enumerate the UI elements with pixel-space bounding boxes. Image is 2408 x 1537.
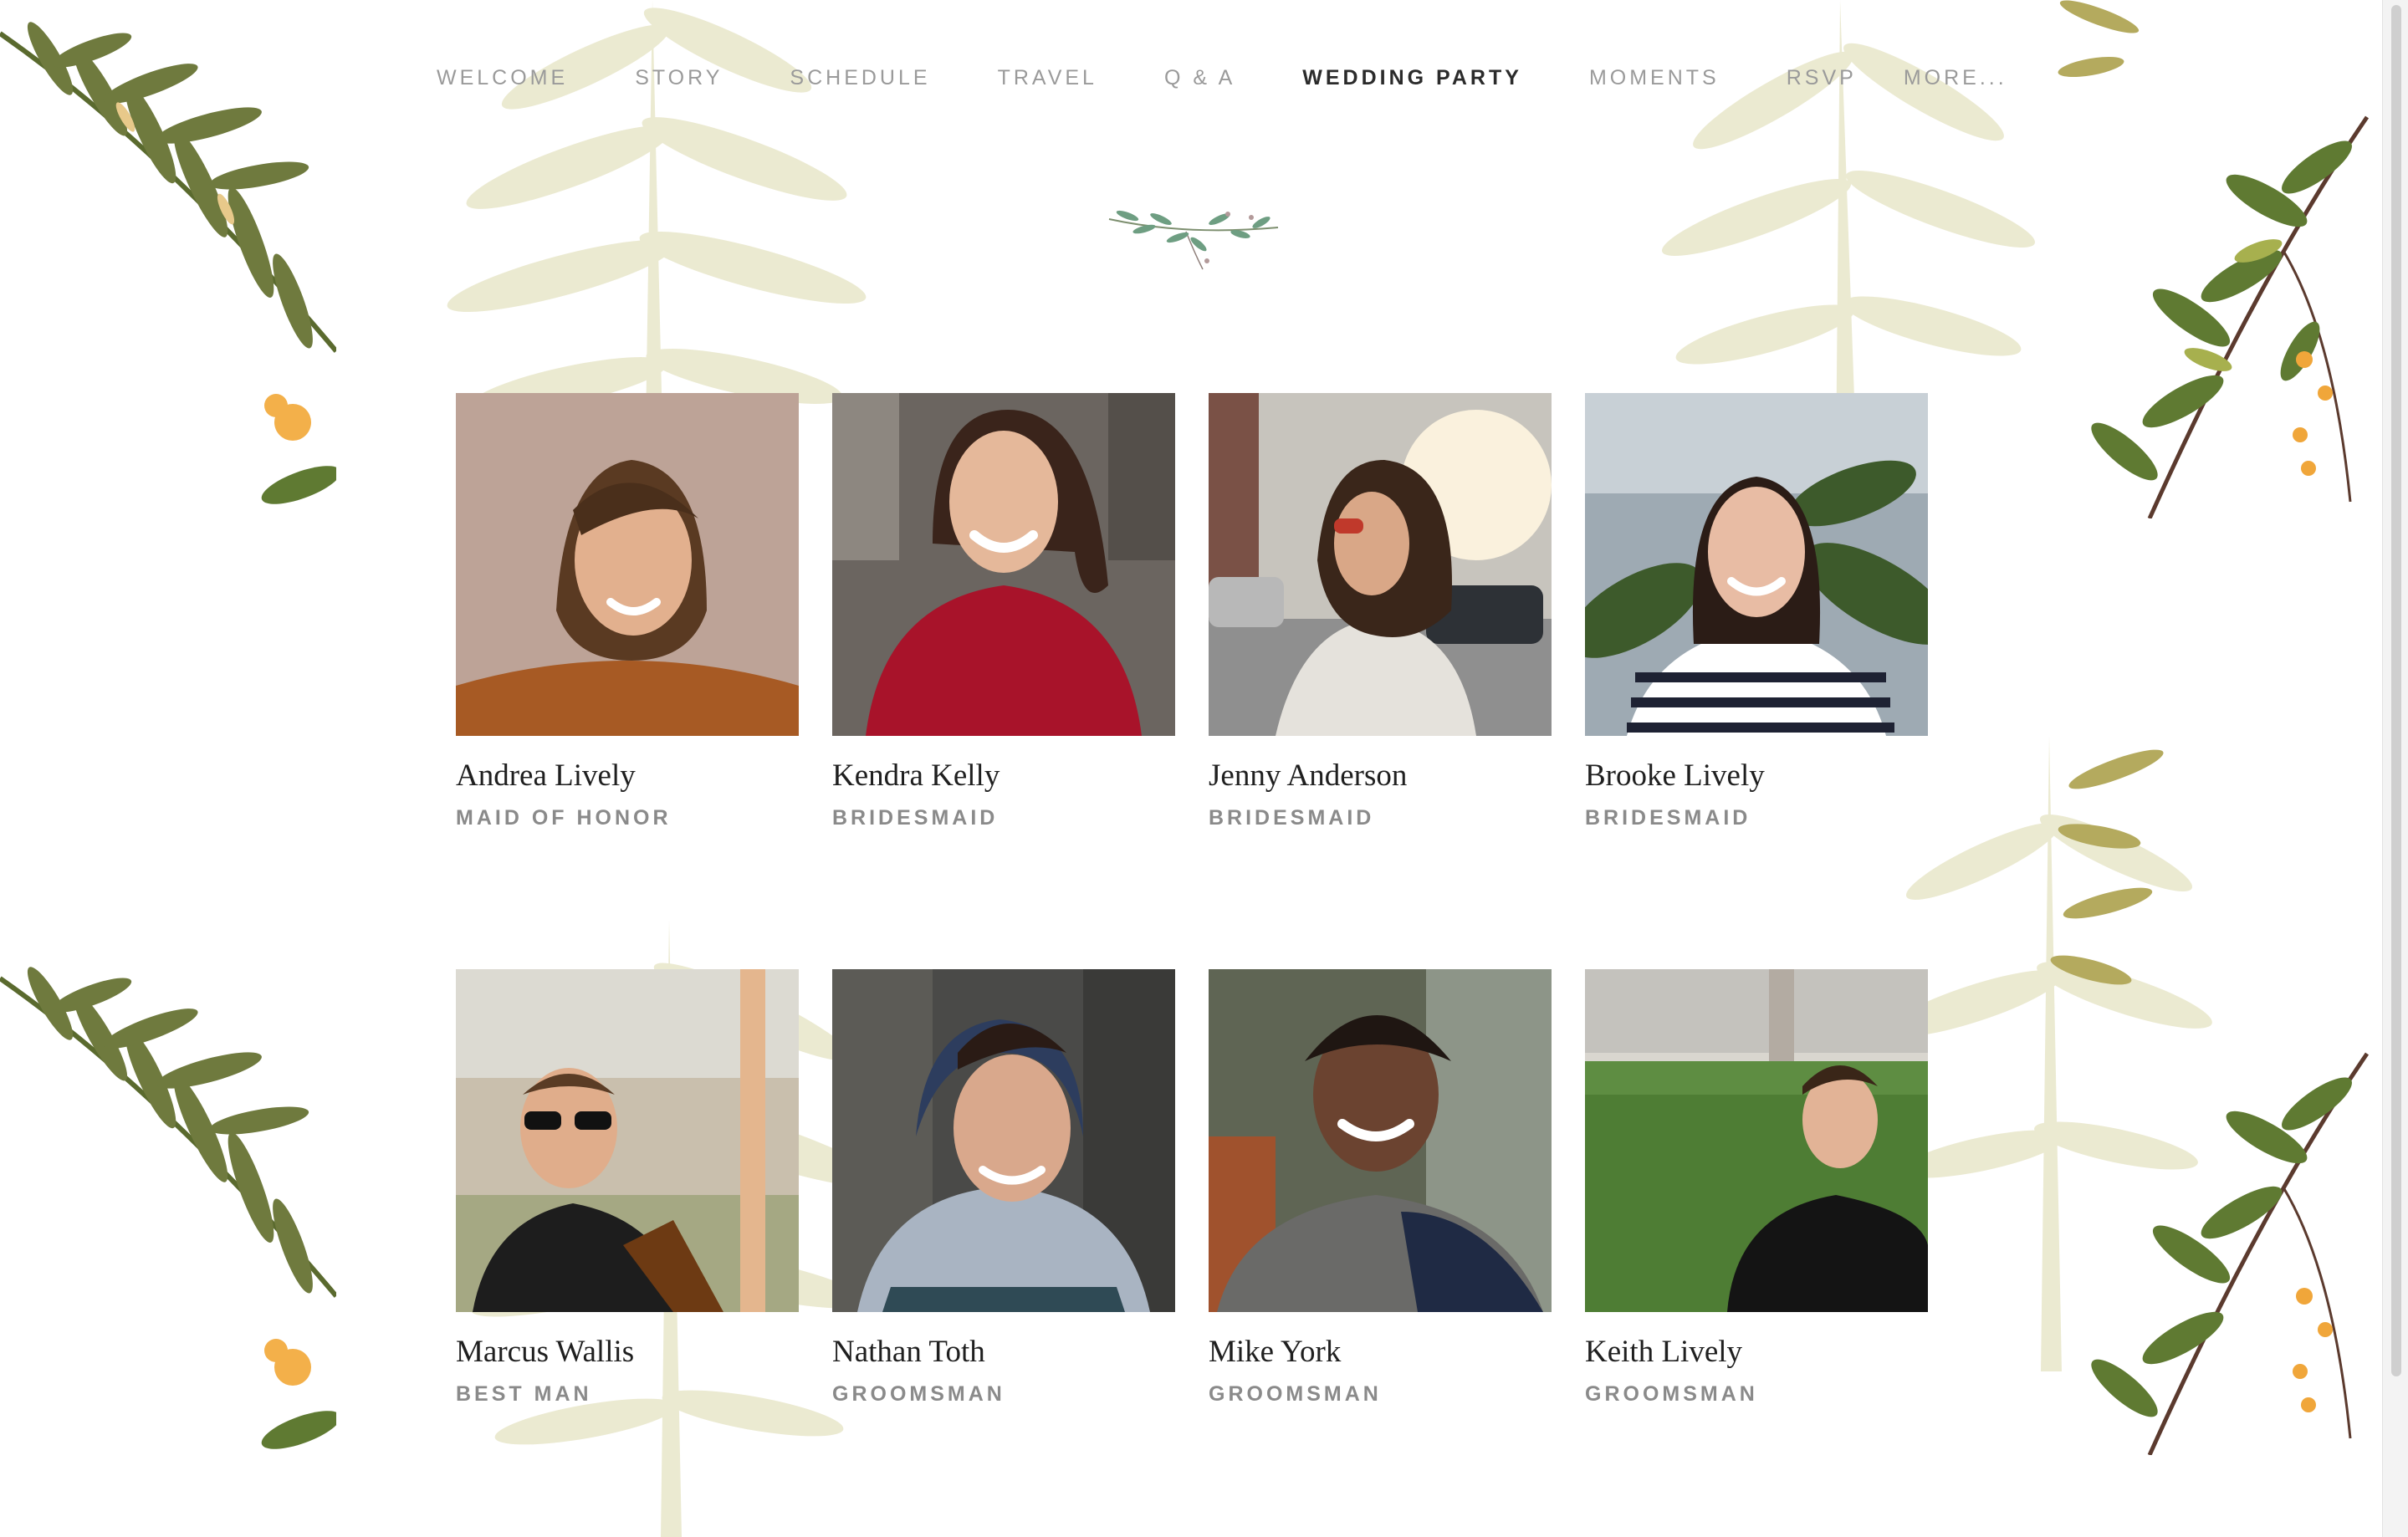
party-member-card[interactable]: Andrea Lively MAID OF HONOR [456,393,799,830]
nav-moments[interactable]: MOMENTS [1589,66,1720,90]
member-role: GROOMSMAN [832,1382,1005,1406]
fern-top-left [0,0,336,518]
woman-greenhouse-photo [1585,393,1928,736]
nav-travel[interactable]: TRAVEL [998,66,1097,90]
party-member-card[interactable]: Keith Lively GROOMSMAN [1585,969,1928,1407]
member-role: GROOMSMAN [1209,1382,1382,1406]
member-role: GROOMSMAN [1585,1382,1758,1406]
member-name: Andrea Lively [456,758,636,793]
woman-sunglasses-street-photo [1209,393,1552,736]
member-name: Keith Lively [1585,1335,1743,1369]
party-member-card[interactable]: Nathan Toth GROOMSMAN [832,969,1175,1407]
member-name: Mike York [1209,1335,1342,1369]
woman-red-sweater-photo [832,393,1175,736]
nav-welcome[interactable]: WELCOME [437,66,568,90]
nav-wedding-party[interactable]: WEDDING PARTY [1302,66,1522,90]
member-name: Kendra Kelly [832,758,1000,793]
party-member-card[interactable]: Mike York GROOMSMAN [1209,969,1552,1407]
party-member-card[interactable]: Kendra Kelly BRIDESMAID [832,393,1175,830]
man-park-lawn-photo [1585,969,1928,1312]
member-name: Nathan Toth [832,1335,985,1369]
wedding-party-grid: Andrea Lively MAID OF HONOR Kendra Kelly… [456,393,1930,1407]
nav-more[interactable]: MORE... [1904,66,2007,90]
man-curly-hair-photo [1209,969,1552,1312]
scrollbar-thumb[interactable] [2391,5,2401,1376]
member-name: Jenny Anderson [1209,758,1408,793]
member-role: BRIDESMAID [832,806,999,830]
branch-bottom-right [2049,736,2384,1455]
branch-top-right [2049,0,2384,518]
nav-schedule[interactable]: SCHEDULE [790,66,930,90]
fern-bottom-left [0,945,336,1463]
member-name: Brooke Lively [1585,758,1765,793]
member-role: BRIDESMAID [1585,806,1751,830]
member-role: MAID OF HONOR [456,806,672,830]
main-nav: WELCOME STORY SCHEDULE TRAVEL Q & A WEDD… [437,60,2007,95]
party-member-card[interactable]: Marcus Wallis BEST MAN [456,969,799,1407]
woman-smiling-bangs-photo [456,393,799,736]
member-role: BEST MAN [456,1382,592,1406]
nav-story[interactable]: STORY [635,66,723,90]
member-role: BRIDESMAID [1209,806,1375,830]
leaf-sprig-icon [1102,194,1283,274]
party-member-card[interactable]: Jenny Anderson BRIDESMAID [1209,393,1552,830]
vertical-scrollbar[interactable] [2382,0,2408,1537]
member-name: Marcus Wallis [456,1335,635,1369]
party-member-card[interactable]: Brooke Lively BRIDESMAID [1585,393,1928,830]
nav-rsvp[interactable]: RSVP [1787,66,1857,90]
nav-qa[interactable]: Q & A [1164,66,1235,90]
man-beanie-hoodie-photo [832,969,1175,1312]
man-sunglasses-bottle-photo [456,969,799,1312]
